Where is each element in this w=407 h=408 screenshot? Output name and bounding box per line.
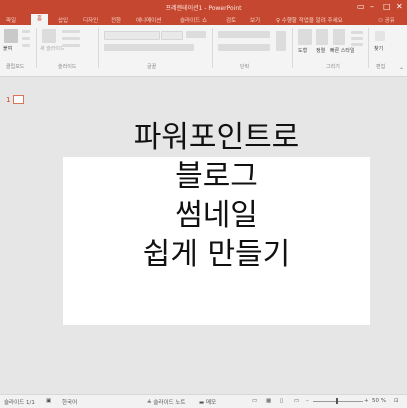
group-label-slides: 슬라이드	[58, 64, 77, 70]
comment-icon: ▬	[199, 400, 205, 406]
lightbulb-icon: ♀	[276, 18, 281, 24]
font-name-select[interactable]	[104, 31, 160, 40]
slide-count: 슬라이드 1/1	[4, 400, 35, 406]
arrange-icon[interactable]	[316, 29, 328, 45]
tab-animations[interactable]: 애니메이션	[136, 16, 161, 24]
ribbon-separator	[36, 28, 37, 68]
group-label-font: 글꼴	[147, 64, 157, 70]
font-size-select[interactable]	[161, 31, 183, 40]
section-button[interactable]	[62, 44, 80, 47]
slide-text-line: 썸네일	[175, 198, 258, 233]
slide-sorter-icon[interactable]: ▦	[266, 398, 271, 404]
normal-view-icon[interactable]: ▭	[252, 398, 257, 404]
spellcheck-icon[interactable]: ▣	[46, 398, 51, 404]
title-bar: 프레젠테이션1 - PowerPoint ▭ – □ ✕	[0, 0, 407, 14]
tab-home[interactable]: 홈	[31, 14, 49, 25]
group-label-clipboard: 클립보드	[6, 64, 25, 70]
shape-fill-button[interactable]	[351, 31, 363, 34]
tab-slideshow[interactable]: 슬라이드 쇼	[180, 16, 207, 24]
ribbon-display-icon[interactable]: ▭	[357, 2, 365, 11]
paste-button-label[interactable]: 붙여	[3, 45, 12, 52]
tab-design[interactable]: 디자인	[83, 16, 98, 24]
tab-file[interactable]: 파일	[6, 16, 16, 24]
group-label-drawing: 그리기	[326, 64, 340, 70]
tab-transitions[interactable]: 전환	[111, 16, 121, 24]
slide-text-line: 쉽게 만들기	[142, 237, 291, 272]
slide-text-line: 블로그	[175, 159, 258, 194]
new-slide-label[interactable]: 새 슬라이드	[40, 45, 65, 52]
slide-thumbnail[interactable]	[13, 95, 24, 104]
quick-styles-icon[interactable]	[333, 29, 345, 45]
shapes-icon[interactable]	[298, 29, 312, 45]
shape-effects-button[interactable]	[351, 43, 363, 46]
collapse-ribbon-icon[interactable]: ⌃	[399, 67, 404, 74]
zoom-in-icon[interactable]: +	[364, 398, 369, 404]
arrange-label[interactable]: 정렬	[316, 47, 325, 54]
slide-text-box[interactable]: 파워포인트로 블로그 썸네일 쉽게 만들기	[63, 118, 370, 274]
share-label: 공유	[384, 18, 395, 24]
text-direction-button[interactable]	[276, 31, 286, 51]
tab-review[interactable]: 검토	[226, 16, 236, 24]
cut-icon[interactable]	[22, 30, 30, 33]
ribbon-separator	[292, 28, 293, 68]
person-icon: ⚇	[378, 18, 383, 24]
new-slide-icon[interactable]	[42, 29, 56, 43]
format-painter-icon[interactable]	[22, 44, 30, 47]
ribbon-tabs: 파일 홈 삽입 디자인 전환 애니메이션 슬라이드 쇼 검토 보기 ♀ 수행할 …	[0, 14, 407, 25]
list-buttons[interactable]	[218, 31, 270, 38]
slide-thumbnail-pane	[0, 77, 58, 394]
copy-icon[interactable]	[22, 37, 30, 40]
align-buttons[interactable]	[218, 44, 270, 51]
group-label-paragraph: 단락	[240, 64, 250, 70]
slideshow-icon[interactable]: ▭	[294, 398, 299, 404]
ribbon-separator	[368, 28, 369, 68]
tell-me-input[interactable]: ♀ 수행할 작업을 알려 주세요	[276, 16, 343, 24]
ribbon-separator	[98, 28, 99, 68]
tab-insert[interactable]: 삽입	[58, 16, 68, 24]
shape-outline-button[interactable]	[351, 37, 363, 40]
window-title: 프레젠테이션1 - PowerPoint	[165, 5, 242, 12]
zoom-slider-track[interactable]	[313, 401, 363, 402]
layout-button[interactable]	[62, 30, 80, 33]
reading-view-icon[interactable]: ▯	[280, 398, 283, 404]
notes-label: 슬라이드 노트	[153, 400, 186, 406]
comments-button[interactable]: ▬ 메모	[199, 398, 216, 406]
tab-view[interactable]: 보기	[250, 16, 260, 24]
tell-me-label: 수행할 작업을 알려 주세요	[281, 18, 343, 24]
status-bar: 슬라이드 1/1 ▣ 한국어 ≜ 슬라이드 노트 ▬ 메모 ▭ ▦ ▯ ▭ – …	[0, 394, 407, 408]
ribbon-separator	[212, 28, 213, 68]
fit-to-window-icon[interactable]: ⊡	[394, 398, 399, 404]
font-size-buttons[interactable]	[186, 31, 206, 38]
paste-icon[interactable]	[4, 29, 18, 43]
thumbnail-number: 1	[6, 96, 11, 104]
find-label[interactable]: 찾기	[374, 45, 383, 52]
close-icon[interactable]: ✕	[396, 2, 403, 11]
zoom-level[interactable]: 50 %	[372, 398, 386, 404]
quick-styles-label[interactable]: 빠른 스타일	[330, 47, 355, 54]
zoom-out-icon[interactable]: –	[306, 398, 309, 404]
font-format-buttons[interactable]	[104, 44, 194, 51]
comments-label: 메모	[205, 400, 217, 406]
notes-icon: ≜	[147, 400, 152, 406]
find-icon[interactable]	[375, 31, 385, 41]
ribbon: 붙여 새 슬라이드 도형 정렬 빠른 스타일 찾기 ⌃ 클립보드 슬라이드 글꼴…	[0, 25, 407, 77]
minimize-icon[interactable]: –	[370, 2, 374, 11]
maximize-icon[interactable]: □	[383, 2, 391, 11]
notes-button[interactable]: ≜ 슬라이드 노트	[147, 398, 185, 406]
reset-button[interactable]	[62, 37, 80, 40]
zoom-slider-thumb[interactable]	[336, 398, 338, 404]
slide-text-line: 파워포인트로	[133, 120, 300, 155]
group-label-editing: 편집	[376, 64, 386, 70]
language-label[interactable]: 한국어	[62, 398, 77, 406]
share-button[interactable]: ⚇ 공유	[378, 16, 395, 24]
shapes-label[interactable]: 도형	[298, 47, 307, 54]
